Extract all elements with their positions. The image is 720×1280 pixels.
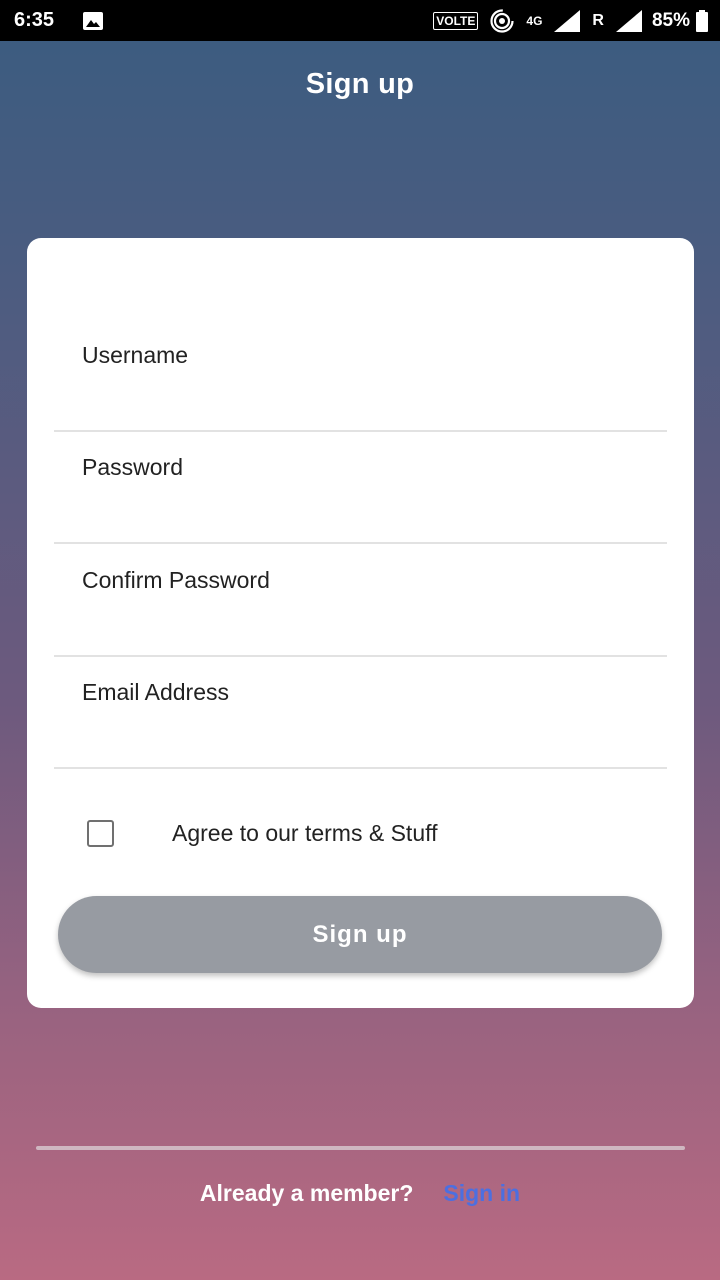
signup-button[interactable]: Sign up	[58, 896, 662, 973]
status-time: 6:35	[14, 9, 55, 31]
signal-icon	[554, 9, 581, 32]
battery-percent: 85%	[651, 9, 690, 31]
confirm-password-field[interactable]: Confirm Password	[54, 545, 667, 657]
footer: Already a member? Sign in	[0, 1180, 720, 1207]
password-field[interactable]: Password	[54, 432, 667, 544]
page-title: Sign up	[305, 68, 415, 100]
terms-checkbox-row: Agree to our terms & Stuff	[87, 816, 437, 850]
email-address-label: Email Address	[82, 679, 230, 705]
password-label: Password	[82, 454, 183, 480]
volte-label: VOLTE	[436, 13, 476, 28]
signal-2-icon	[615, 9, 642, 32]
hotspot-icon	[490, 8, 514, 33]
sign-in-link[interactable]: Sign in	[443, 1180, 520, 1207]
roaming-label: R	[592, 11, 604, 29]
battery-icon	[696, 9, 708, 32]
network-type-icon: 4G	[526, 14, 542, 28]
username-label: Username	[82, 342, 189, 368]
already-member-text: Already a member?	[199, 1180, 414, 1206]
status-bar: 6:35 VOLTE 4G R 85%	[0, 0, 720, 41]
network-type-label: 4G	[526, 13, 543, 28]
terms-checkbox[interactable]	[87, 819, 114, 847]
roaming-icon: R	[592, 12, 604, 30]
volte-icon: VOLTE	[433, 11, 479, 30]
signup-form-card: Username Password Confirm Password Email…	[27, 238, 694, 1008]
username-field[interactable]: Username	[54, 320, 667, 432]
footer-divider	[36, 1146, 685, 1150]
image-notification-icon	[82, 11, 104, 31]
email-address-field[interactable]: Email Address	[54, 657, 667, 769]
terms-checkbox-label[interactable]: Agree to our terms & Stuff	[172, 820, 437, 847]
confirm-password-label: Confirm Password	[82, 567, 270, 593]
